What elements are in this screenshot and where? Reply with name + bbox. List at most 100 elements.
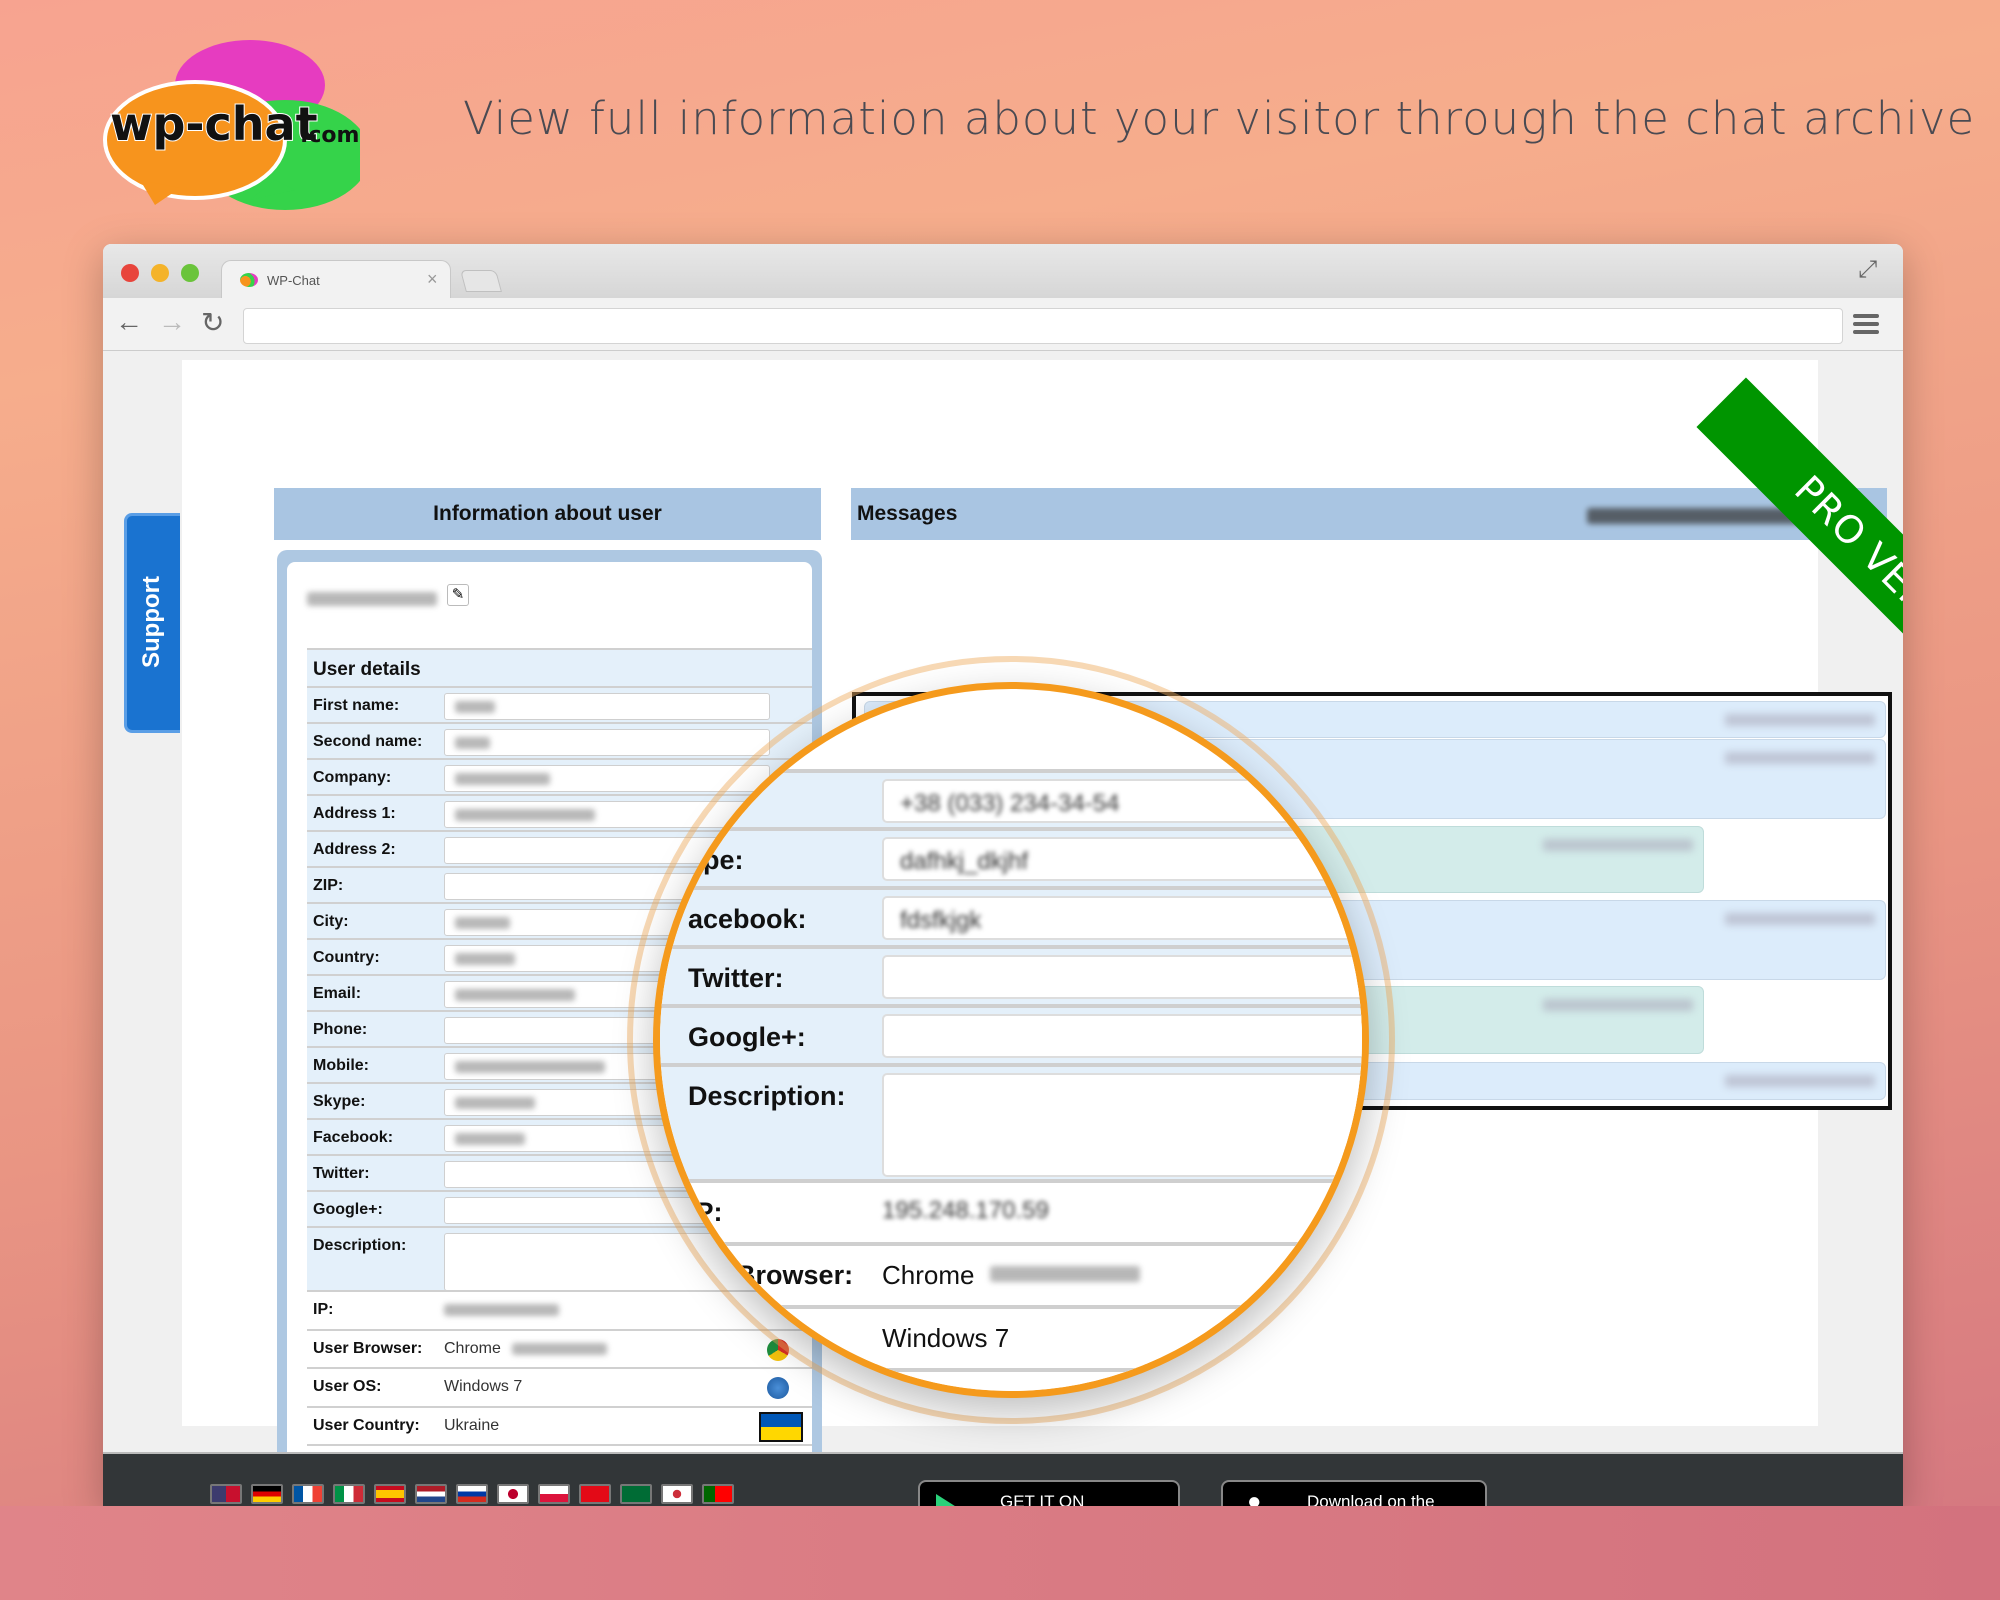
magnified-label: Google+: — [688, 1022, 806, 1052]
edit-icon[interactable]: ✎ — [447, 584, 469, 606]
language-flag-pl[interactable] — [538, 1484, 570, 1504]
info-label: User Country: — [313, 1416, 420, 1434]
language-flag-pt[interactable] — [702, 1484, 734, 1504]
user-details-section: User details — [307, 648, 812, 686]
field-input[interactable] — [444, 693, 770, 720]
address-bar[interactable] — [243, 308, 1843, 344]
fullscreen-icon[interactable]: ⤢ — [1858, 256, 1877, 284]
info-value: Ukraine — [444, 1416, 500, 1434]
language-flag-fr[interactable] — [292, 1484, 324, 1504]
magnified-label: Twitter: — [688, 963, 784, 993]
magnified-input: +38 (033) 234-34-54 — [882, 779, 1362, 823]
tab-wp-chat[interactable]: WP-Chat × — [221, 260, 451, 300]
magnified-row: OS: Windows 7 — [660, 1305, 1362, 1364]
language-flag-de[interactable] — [251, 1484, 283, 1504]
maximize-window-button[interactable] — [181, 264, 199, 282]
language-flag-tr[interactable] — [579, 1484, 611, 1504]
magnified-row: ser Browser: Chrome — [660, 1242, 1362, 1301]
message-time — [1725, 913, 1875, 925]
magnified-row: Description: — [660, 1063, 1362, 1179]
forward-icon[interactable]: → — [158, 306, 186, 338]
info-row: User Country: Ukraine — [307, 1405, 812, 1444]
magnified-input — [882, 1014, 1362, 1058]
blurred-value — [455, 701, 495, 713]
language-flag-es[interactable] — [374, 1484, 406, 1504]
user-info-header: Information about user — [274, 488, 821, 540]
minimize-window-button[interactable] — [151, 264, 169, 282]
blurred-value — [455, 1097, 535, 1109]
field-row: Second name: — [307, 722, 812, 758]
messages-header: Messages — [851, 488, 1887, 540]
magnified-value: Chrome — [882, 1260, 975, 1290]
tab-close-icon[interactable]: × — [427, 269, 438, 290]
language-flag-en[interactable] — [210, 1484, 242, 1504]
magnified-input — [882, 955, 1362, 999]
ukraine-flag-icon — [759, 1411, 803, 1442]
magnified-label: OS: — [688, 1323, 737, 1353]
field-label: Google+: — [313, 1201, 383, 1218]
message-time — [1543, 839, 1693, 851]
magnified-label: Description: — [688, 1081, 846, 1111]
field-label: Mobile: — [313, 1057, 369, 1074]
domain-label — [1587, 508, 1847, 524]
field-label: Facebook: — [313, 1129, 394, 1146]
visitor-name — [307, 592, 437, 606]
blurred-value — [455, 917, 510, 929]
language-flag-nl[interactable] — [415, 1484, 447, 1504]
blurred-value — [455, 1133, 525, 1145]
magnified-value: +38 (033) 234-34-54 — [900, 790, 1120, 817]
new-tab-button[interactable] — [460, 270, 502, 292]
field-label: Country: — [313, 949, 380, 966]
message-time — [1725, 1075, 1875, 1087]
magnified-value: 195.248.170.59 — [882, 1197, 1049, 1224]
magnifier: +38 (033) 234-34-54 ype: dafhkj_dkjhf acebo… — [653, 682, 1369, 1398]
toolbar: ← → ↻ — [103, 298, 1903, 351]
language-flag-jp[interactable] — [497, 1484, 529, 1504]
support-label: Support — [138, 576, 165, 668]
magnified-label: IP: — [688, 1197, 723, 1227]
field-label: Address 1: — [313, 805, 396, 822]
close-window-button[interactable] — [121, 264, 139, 282]
field-label: Company: — [313, 769, 392, 786]
info-label: User OS: — [313, 1378, 382, 1395]
magnified-value: fdsfkjgk — [900, 907, 982, 934]
language-flag-kr[interactable] — [661, 1484, 693, 1504]
magnified-row: ype: dafhkj_dkjhf — [660, 827, 1362, 886]
field-label: Email: — [313, 985, 362, 1002]
tab-bar: WP-Chat × ⤢ — [103, 244, 1903, 300]
message-time — [1725, 714, 1875, 726]
field-label: Description: — [313, 1237, 407, 1254]
magnified-row: IP: 195.248.170.59 — [660, 1179, 1362, 1238]
info-value: Windows 7 — [444, 1378, 523, 1395]
language-flag-sa[interactable] — [620, 1484, 652, 1504]
blurred-value — [455, 1061, 605, 1073]
blurred-value — [455, 989, 575, 1001]
field-input[interactable] — [444, 729, 770, 756]
message-time — [1725, 752, 1875, 764]
magnified-input: fdsfkjgk — [882, 896, 1362, 940]
field-label: City: — [313, 913, 349, 930]
section-title: User details — [313, 659, 421, 680]
magnified-label: ser Browser: — [688, 1260, 854, 1290]
back-icon[interactable]: ← — [115, 306, 143, 338]
blurred-value — [455, 737, 490, 749]
blurred-version — [990, 1266, 1140, 1282]
magnified-row: Google+: — [660, 1004, 1362, 1063]
info-label: User Browser: — [313, 1339, 423, 1357]
field-label: Twitter: — [313, 1165, 370, 1182]
message-time — [1543, 999, 1693, 1011]
field-row: First name: — [307, 686, 812, 722]
support-tab[interactable]: Support — [124, 513, 180, 733]
tab-title: WP-Chat — [267, 273, 320, 288]
language-flag-ru[interactable] — [456, 1484, 488, 1504]
blurred-value — [455, 773, 550, 785]
field-label: Address 2: — [313, 841, 396, 858]
field-label: First name: — [313, 697, 400, 714]
magnified-value: dafhkj_dkjhf — [900, 848, 1029, 875]
headline: View full information about your visitor… — [463, 92, 1976, 145]
reload-icon[interactable]: ↻ — [201, 306, 224, 339]
field-label: Second name: — [313, 733, 423, 750]
menu-icon[interactable] — [1853, 314, 1879, 338]
language-flag-it[interactable] — [333, 1484, 365, 1504]
info-value: Chrome — [444, 1339, 501, 1357]
